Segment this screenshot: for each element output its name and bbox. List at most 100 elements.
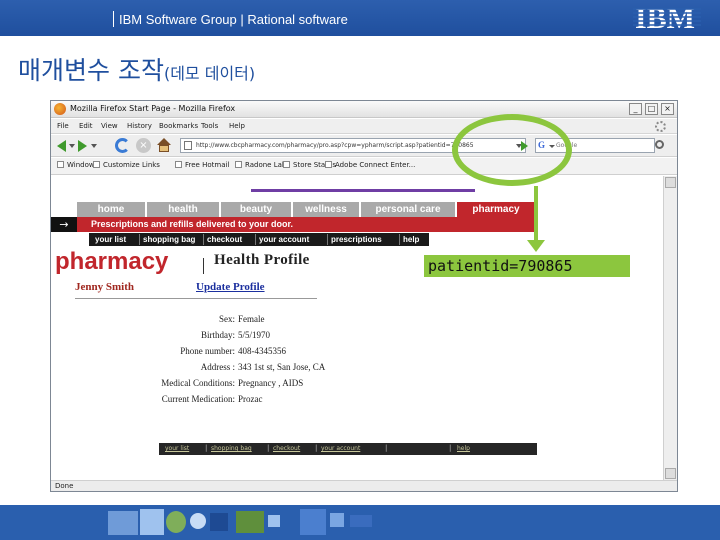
back-arrow-icon[interactable] <box>57 140 66 152</box>
minimize-button[interactable]: _ <box>629 103 642 115</box>
firefox-icon <box>54 103 66 115</box>
back-dropdown-icon[interactable] <box>69 144 75 148</box>
slide-title-main: 매개변수 조작 <box>18 56 164 85</box>
forward-dropdown-icon[interactable] <box>91 144 97 148</box>
status-bar: Done <box>51 480 677 491</box>
bookmark-item[interactable]: Customize Links <box>93 161 160 169</box>
field-label-medication: Current Medication: <box>161 394 235 404</box>
close-button[interactable]: × <box>661 103 674 115</box>
tab-health[interactable]: health <box>147 202 219 217</box>
annotation-arrow-icon <box>527 240 545 252</box>
field-label-conditions: Medical Conditions: <box>161 378 235 388</box>
slide-title-sub: (데모 데이터) <box>163 64 256 83</box>
field-label-phone: Phone number: <box>180 346 235 356</box>
page-title: Health Profile <box>214 252 310 268</box>
ibm-logo: IBM <box>633 3 701 33</box>
tab-pharmacy[interactable]: pharmacy <box>457 202 535 217</box>
footer-link[interactable]: your list <box>165 445 189 452</box>
search-icon[interactable] <box>655 140 664 149</box>
bookmark-item[interactable]: Adobe Connect Enter... <box>325 161 415 169</box>
decorative-line <box>251 189 475 192</box>
menu-bar: File Edit View History Bookmarks Tools H… <box>51 119 677 134</box>
field-label-sex: Sex: <box>218 314 235 324</box>
tab-wellness[interactable]: wellness <box>293 202 359 217</box>
home-icon[interactable] <box>157 138 171 152</box>
field-value-phone: 408-4345356 <box>238 346 286 356</box>
bookmarks-toolbar: Windows Customize Links Free Hotmail Rad… <box>51 158 677 175</box>
menu-help[interactable]: Help <box>229 122 245 130</box>
divider <box>75 298 317 299</box>
update-profile-link[interactable]: Update Profile <box>196 281 265 293</box>
subnav-your-account[interactable]: your account <box>259 235 309 244</box>
menu-tools[interactable]: Tools <box>201 122 218 130</box>
subnav-your-list[interactable]: your list <box>95 235 126 244</box>
promo-banner: → Prescriptions and refills delivered to… <box>51 217 535 232</box>
field-value-conditions: Pregnancy , AIDS <box>238 378 304 388</box>
browser-titlebar: Mozilla Firefox Start Page - Mozilla Fir… <box>51 101 677 118</box>
arrow-icon: → <box>51 217 77 232</box>
menu-view[interactable]: View <box>101 122 118 130</box>
footer-link[interactable]: your account <box>321 445 360 452</box>
decorative-tile <box>140 509 164 535</box>
bookmark-item[interactable]: Free Hotmail <box>175 161 229 169</box>
tab-home[interactable]: home <box>77 202 145 217</box>
header-separator <box>113 11 114 27</box>
reload-icon[interactable] <box>115 138 130 153</box>
slide-header: IBM Software Group | Rational software I… <box>0 0 720 36</box>
menu-file[interactable]: File <box>57 122 69 130</box>
bookmark-item[interactable]: Radone Lab <box>235 161 286 169</box>
field-value-birthday: 5/5/1970 <box>238 330 271 340</box>
header-text: IBM Software Group | Rational software <box>119 12 348 27</box>
decorative-tile <box>108 511 138 535</box>
forward-arrow-icon[interactable] <box>78 140 87 152</box>
slide-title: 매개변수 조작(데모 데이터) <box>18 51 255 87</box>
decorative-tile <box>350 515 372 527</box>
decorative-tile <box>210 513 228 531</box>
throbber-icon <box>655 121 666 132</box>
pharmacy-logo: pharmacy <box>55 248 169 275</box>
banner-text: Prescriptions and refills delivered to y… <box>91 219 294 229</box>
annotation-arrow-stem <box>534 186 538 242</box>
vertical-scrollbar[interactable] <box>663 176 677 480</box>
scroll-up-icon[interactable] <box>665 177 676 188</box>
parameter-callout: patientid=790865 <box>424 255 630 277</box>
subnav-prescriptions[interactable]: prescriptions <box>331 235 382 244</box>
ibm-logo-text: IBM <box>635 3 695 33</box>
sub-navigation: your list shopping bag checkout your acc… <box>89 233 429 246</box>
browser-window: Mozilla Firefox Start Page - Mozilla Fir… <box>50 100 678 492</box>
footer-link[interactable]: help <box>457 445 470 452</box>
subnav-shopping-bag[interactable]: shopping bag <box>143 235 195 244</box>
footer-link[interactable]: shopping bag <box>211 445 252 452</box>
stop-icon[interactable]: × <box>136 138 151 153</box>
subnav-checkout[interactable]: checkout <box>207 235 242 244</box>
decorative-tile <box>190 513 206 529</box>
field-value-address: 343 1st st, San Jose, CA <box>238 362 326 372</box>
decorative-tile <box>236 511 264 533</box>
user-name: Jenny Smith <box>75 281 134 293</box>
field-value-sex: Female <box>238 314 265 324</box>
subnav-help[interactable]: help <box>403 235 419 244</box>
tab-personal-care[interactable]: personal care <box>361 202 455 217</box>
decorative-tile <box>166 511 186 533</box>
menu-bookmarks[interactable]: Bookmarks <box>159 122 198 130</box>
tab-beauty[interactable]: beauty <box>221 202 291 217</box>
field-value-medication: Prozac <box>238 394 263 404</box>
field-label-birthday: Birthday: <box>201 330 235 340</box>
slide-footer-bar <box>0 505 720 540</box>
field-label-address: Address : <box>200 362 235 372</box>
decorative-tile <box>330 513 344 527</box>
page-icon <box>184 141 192 150</box>
footer-link[interactable]: checkout <box>273 445 300 452</box>
navigation-toolbar: × http://www.cbcpharmacy.com/pharmacy/pr… <box>51 135 677 157</box>
callout-text: patientid=790865 <box>428 257 573 275</box>
scroll-down-icon[interactable] <box>665 468 676 479</box>
window-title: Mozilla Firefox Start Page - Mozilla Fir… <box>70 104 236 113</box>
menu-edit[interactable]: Edit <box>79 122 93 130</box>
logo-divider <box>203 258 204 274</box>
footer-nav: your list | shopping bag | checkout | yo… <box>159 443 537 455</box>
highlight-circle <box>452 114 572 186</box>
status-text: Done <box>55 482 74 490</box>
menu-history[interactable]: History <box>127 122 152 130</box>
page-content: home health beauty wellness personal car… <box>51 176 663 480</box>
maximize-button[interactable]: □ <box>645 103 658 115</box>
